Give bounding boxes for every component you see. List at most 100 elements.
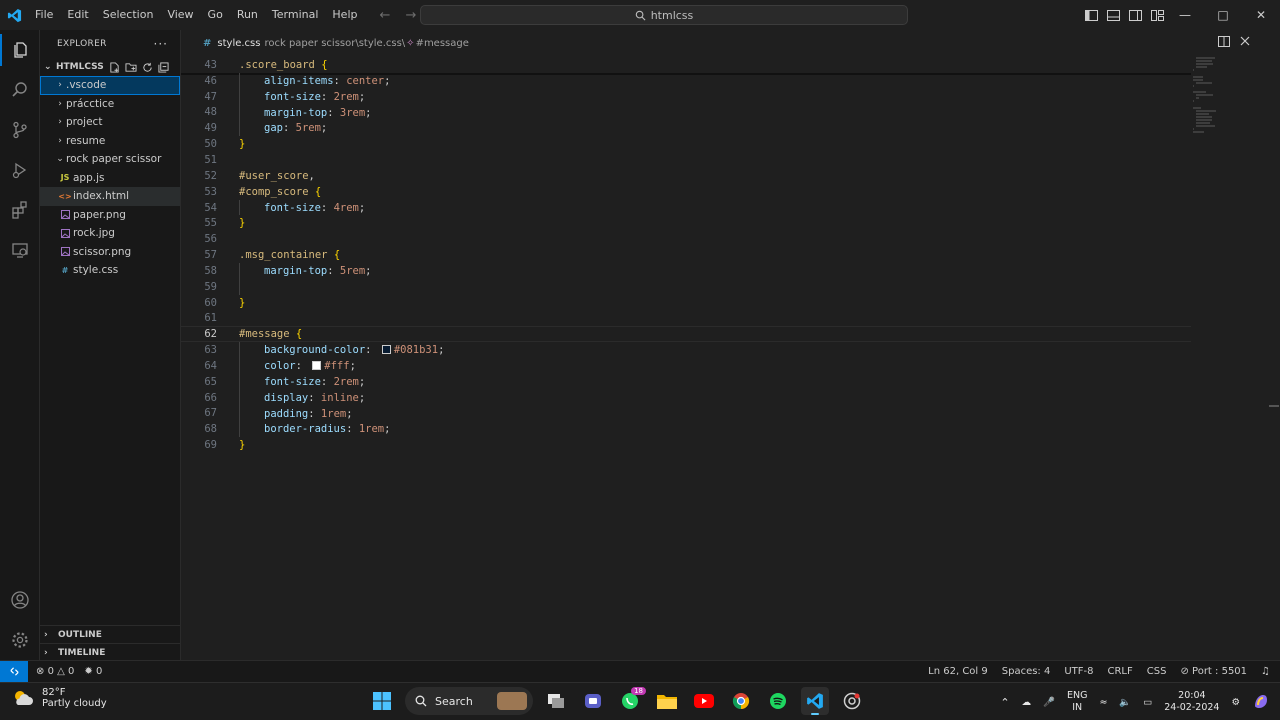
live-server-port[interactable]: ⊘ Port : 5501 bbox=[1180, 666, 1247, 677]
customize-layout-icon[interactable] bbox=[1146, 9, 1168, 21]
code-line[interactable]: 58 margin-top: 5rem; bbox=[181, 262, 1191, 279]
code-line[interactable]: 52 #user_score, bbox=[181, 168, 1191, 184]
run-debug-icon[interactable] bbox=[0, 150, 40, 190]
menu-run[interactable]: Run bbox=[230, 0, 265, 30]
menu-file[interactable]: File bbox=[28, 0, 60, 30]
wifi-icon[interactable]: ≈ bbox=[1099, 697, 1107, 708]
code-line[interactable]: 69} bbox=[181, 437, 1191, 453]
close-icon[interactable]: ✕ bbox=[1242, 0, 1280, 30]
task-view-icon[interactable] bbox=[542, 687, 570, 715]
weather-widget[interactable]: 82°F Partly cloudy bbox=[12, 687, 107, 709]
outline-section[interactable]: › OUTLINE bbox=[40, 625, 181, 643]
color-swatch[interactable] bbox=[312, 360, 322, 370]
search-icon[interactable] bbox=[0, 70, 40, 110]
input-language[interactable]: ENG IN bbox=[1067, 690, 1087, 714]
extensions-icon[interactable] bbox=[0, 190, 40, 230]
code-line[interactable]: 57 .msg_container { bbox=[181, 247, 1191, 263]
spotify-icon[interactable] bbox=[764, 687, 792, 715]
file-explorer-icon[interactable] bbox=[653, 687, 681, 715]
volume-icon[interactable]: 🔈 bbox=[1119, 697, 1131, 708]
collapse-all-icon[interactable] bbox=[158, 61, 169, 73]
code-line[interactable]: 66 display: inline; bbox=[181, 389, 1191, 406]
indentation[interactable]: Spaces: 4 bbox=[1002, 666, 1051, 677]
teams-chat-icon[interactable] bbox=[579, 687, 607, 715]
ports-indicator[interactable]: ✹ 0 bbox=[84, 666, 102, 677]
notifications-bell-icon[interactable]: ♫ bbox=[1261, 666, 1270, 677]
code-line[interactable]: 55} bbox=[181, 215, 1191, 231]
file-item[interactable]: # style.css bbox=[40, 261, 180, 280]
menu-go[interactable]: Go bbox=[201, 0, 230, 30]
whatsapp-icon[interactable]: 18 bbox=[616, 687, 646, 715]
code-line[interactable]: 50} bbox=[181, 136, 1191, 152]
menu-selection[interactable]: Selection bbox=[96, 0, 161, 30]
code-line[interactable]: 63 background-color: #081b31; bbox=[181, 342, 1191, 359]
code-line[interactable]: 54 font-size: 4rem; bbox=[181, 199, 1191, 216]
chrome-icon[interactable] bbox=[727, 687, 755, 715]
notifications-icon[interactable]: ⚙ bbox=[1231, 697, 1240, 708]
toggle-panel-icon[interactable] bbox=[1102, 9, 1124, 21]
taskbar-search[interactable]: Search bbox=[405, 687, 533, 715]
menu-help[interactable]: Help bbox=[325, 0, 364, 30]
workspace-root[interactable]: ⌄ HTMLCSS bbox=[40, 58, 180, 76]
folder-item[interactable]: › .vscode bbox=[40, 76, 180, 95]
folder-item[interactable]: › project bbox=[40, 113, 180, 132]
code-editor[interactable]: 43 .score_board {46 align-items: center; 47… bbox=[181, 57, 1191, 453]
close-icon[interactable] bbox=[1240, 36, 1250, 46]
file-item[interactable]: <> index.html bbox=[40, 187, 180, 206]
folder-item[interactable]: ⌄ rock paper scissor bbox=[40, 150, 180, 169]
tab-file-name[interactable]: style.css bbox=[217, 38, 260, 49]
file-item[interactable]: rock.jpg bbox=[40, 224, 180, 243]
code-line[interactable]: 53 #comp_score { bbox=[181, 184, 1191, 200]
new-folder-icon[interactable] bbox=[125, 62, 137, 73]
problems-indicator[interactable]: ⊗ 0 △ 0 bbox=[36, 666, 74, 677]
microphone-icon[interactable]: 🎤 bbox=[1043, 697, 1055, 708]
code-line[interactable]: 51 bbox=[181, 152, 1191, 168]
file-item[interactable]: paper.png bbox=[40, 206, 180, 225]
code-line[interactable]: 68 border-radius: 1rem; bbox=[181, 421, 1191, 438]
accounts-icon[interactable] bbox=[0, 580, 40, 620]
language-mode[interactable]: CSS bbox=[1147, 666, 1167, 677]
file-item[interactable]: scissor.png bbox=[40, 243, 180, 262]
windows-start-icon[interactable] bbox=[368, 687, 396, 715]
back-arrow-icon[interactable]: ← bbox=[372, 8, 398, 23]
code-line[interactable]: 59 bbox=[181, 278, 1191, 295]
breadcrumb-symbol[interactable]: #message bbox=[416, 38, 469, 49]
youtube-icon[interactable] bbox=[690, 687, 718, 715]
code-line[interactable]: 46 align-items: center; bbox=[181, 72, 1191, 89]
code-line[interactable]: 65 font-size: 2rem; bbox=[181, 373, 1191, 390]
vscode-taskbar-icon[interactable] bbox=[801, 687, 829, 715]
more-actions-icon[interactable]: ··· bbox=[154, 37, 168, 51]
code-line[interactable]: 48 margin-top: 3rem; bbox=[181, 104, 1191, 121]
minimize-icon[interactable]: — bbox=[1166, 0, 1204, 30]
source-control-icon[interactable] bbox=[0, 110, 40, 150]
cursor-position[interactable]: Ln 62, Col 9 bbox=[928, 666, 988, 677]
menu-view[interactable]: View bbox=[160, 0, 200, 30]
menu-terminal[interactable]: Terminal bbox=[265, 0, 326, 30]
timeline-section[interactable]: › TIMELINE bbox=[40, 643, 181, 661]
minimap[interactable] bbox=[1193, 57, 1273, 157]
breadcrumb-path[interactable]: rock paper scissor\style.css\ bbox=[264, 38, 405, 49]
code-line[interactable]: 61 bbox=[181, 311, 1191, 327]
explorer-icon[interactable] bbox=[0, 30, 40, 70]
remote-explorer-icon[interactable] bbox=[0, 230, 40, 270]
code-line[interactable]: 47 font-size: 2rem; bbox=[181, 88, 1191, 105]
toggle-sidebar-icon[interactable] bbox=[1080, 9, 1102, 21]
toggle-secondary-sidebar-icon[interactable] bbox=[1124, 9, 1146, 21]
color-swatch[interactable] bbox=[381, 345, 391, 355]
folder-item[interactable]: › prácctice bbox=[40, 95, 180, 114]
chevron-up-icon[interactable]: ⌃ bbox=[1000, 696, 1009, 709]
code-line[interactable]: 49 gap: 5rem; bbox=[181, 120, 1191, 137]
new-file-icon[interactable] bbox=[109, 61, 120, 73]
code-line[interactable]: 56 bbox=[181, 231, 1191, 247]
clock[interactable]: 20:04 24-02-2024 bbox=[1164, 690, 1219, 714]
menu-edit[interactable]: Edit bbox=[60, 0, 95, 30]
encoding[interactable]: UTF-8 bbox=[1064, 666, 1093, 677]
maximize-icon[interactable]: □ bbox=[1204, 0, 1242, 30]
battery-icon[interactable]: ▭ bbox=[1143, 697, 1152, 708]
code-line[interactable]: 64 color: #fff; bbox=[181, 358, 1191, 374]
sticky-scroll-line[interactable]: 43 .score_board { bbox=[181, 57, 1191, 73]
onedrive-icon[interactable]: ☁ bbox=[1022, 697, 1032, 708]
copilot-icon[interactable] bbox=[1252, 692, 1270, 713]
remote-indicator[interactable] bbox=[0, 660, 28, 683]
split-editor-icon[interactable] bbox=[1218, 36, 1230, 47]
